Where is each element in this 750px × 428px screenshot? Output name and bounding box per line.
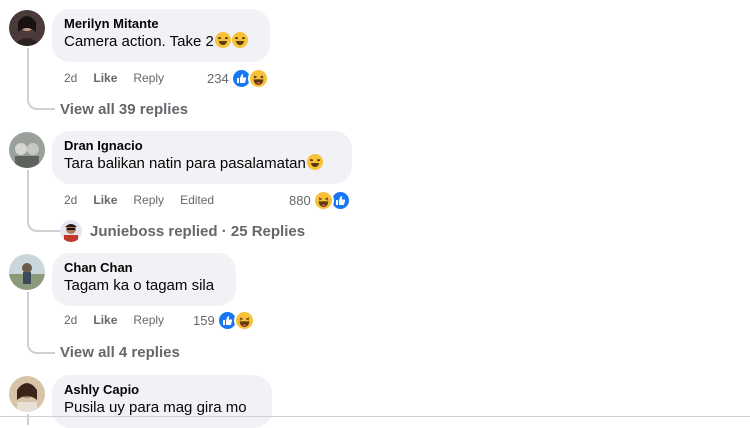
reply-button[interactable]: Reply — [133, 193, 164, 207]
comment-time[interactable]: 2d — [64, 71, 77, 85]
view-replies-link[interactable]: View all 4 replies — [60, 344, 180, 361]
comment-time[interactable]: 2d — [64, 313, 77, 327]
comment-actions: 2d Like Reply Edited — [64, 190, 230, 210]
comment-text: Tagam ka o tagam sila — [64, 277, 215, 294]
comment-actions: 2d Like Reply — [64, 68, 180, 88]
thread-curve — [27, 218, 61, 232]
reply-button[interactable]: Reply — [133, 313, 164, 327]
divider — [0, 416, 750, 417]
reaction-count: 234 — [207, 71, 229, 86]
avatar[interactable] — [9, 132, 45, 168]
comment-bubble: Merilyn Mitante Camera action. Take 2 — [52, 9, 270, 62]
comment-time[interactable]: 2d — [64, 193, 77, 207]
thread-curve — [27, 96, 55, 110]
reaction-summary[interactable]: 234 — [207, 68, 269, 89]
thread-curve — [27, 340, 55, 354]
view-replies-link[interactable]: View all 39 replies — [60, 101, 188, 118]
reaction-count: 159 — [193, 313, 215, 328]
comment-bubble: Dran Ignacio Tara balikan natin para pas… — [52, 131, 352, 184]
comment-author[interactable]: Chan Chan — [64, 260, 224, 276]
comment-author[interactable]: Merilyn Mitante — [64, 16, 258, 32]
reply-avatar[interactable] — [60, 220, 82, 242]
like-button[interactable]: Like — [93, 313, 117, 327]
edited-label: Edited — [180, 193, 215, 207]
thread-line — [27, 48, 29, 96]
like-button[interactable]: Like — [93, 71, 117, 85]
haha-icon — [247, 68, 269, 89]
comment-text: Pusila uy para mag gira mo — [64, 399, 247, 416]
comment-author[interactable]: Dran Ignacio — [64, 138, 340, 154]
like-button[interactable]: Like — [93, 193, 117, 207]
grin-emoji-icon — [214, 32, 231, 48]
comment-text: Camera action. Take 2 — [64, 32, 258, 52]
grin-emoji-icon — [231, 32, 248, 48]
avatar[interactable] — [9, 254, 45, 290]
comment-actions: 2d Like Reply — [64, 310, 180, 330]
reaction-summary[interactable]: 880 — [289, 190, 351, 211]
reply-button[interactable]: Reply — [133, 71, 164, 85]
thread-line — [27, 292, 29, 340]
view-replies-link[interactable]: Junieboss replied · 25 Replies — [90, 223, 305, 240]
thread-line — [27, 170, 29, 218]
comment-bubble: Chan Chan Tagam ka o tagam sila — [52, 253, 236, 306]
comment-bubble: Ashly Capio Pusila uy para mag gira mo — [52, 375, 272, 428]
reaction-count: 880 — [289, 193, 311, 208]
haha-icon — [312, 190, 334, 211]
reaction-summary[interactable]: 159 — [193, 310, 255, 331]
avatar[interactable] — [9, 10, 45, 46]
comment-text: Tara balikan natin para pasalamatan — [64, 154, 340, 174]
comment-author[interactable]: Ashly Capio — [64, 382, 260, 398]
laugh-emoji-icon — [306, 154, 323, 170]
haha-icon — [233, 310, 255, 331]
avatar[interactable] — [9, 376, 45, 412]
